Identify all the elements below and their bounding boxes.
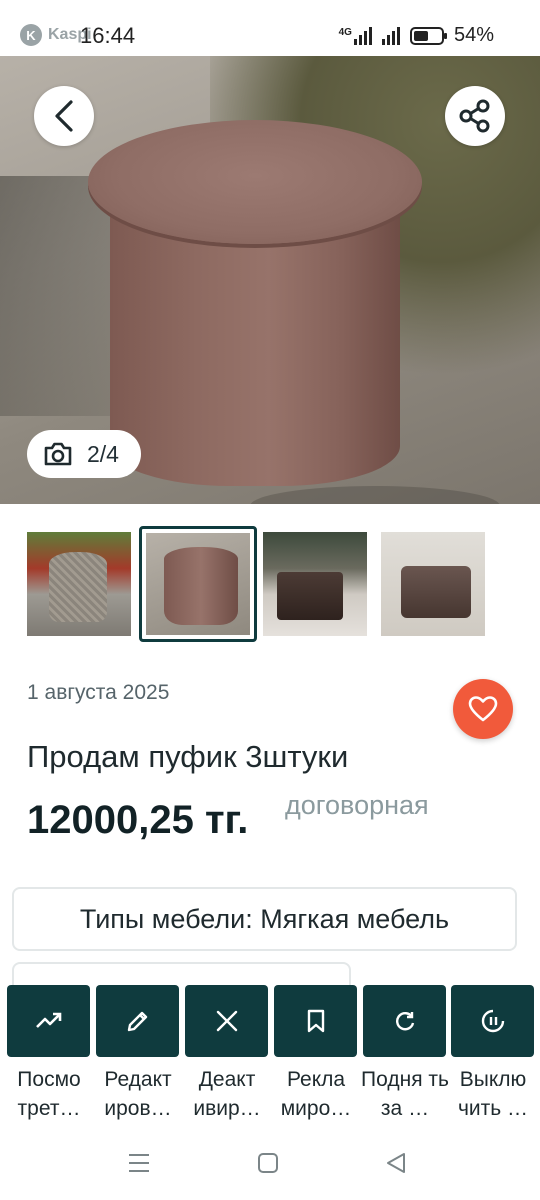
photo-counter-text: 2/4 <box>87 440 119 467</box>
action-views-label: Посмо трет… <box>17 1068 81 1120</box>
home-button[interactable] <box>257 1152 279 1179</box>
pouf-top <box>88 120 422 244</box>
action-views-icon-box <box>7 985 90 1057</box>
thumbnail-3[interactable] <box>263 532 367 636</box>
action-bump-label: Подня ть за … <box>361 1068 449 1120</box>
status-icons: 4G 54% <box>339 24 494 47</box>
refresh-icon <box>395 1012 414 1031</box>
action-bump-button[interactable]: Подня ть за … <box>361 985 449 1123</box>
battery-level <box>413 30 428 41</box>
mobile-data-icon: 4G <box>338 26 372 45</box>
action-advertise-button[interactable]: Рекла миро… <box>274 985 357 1123</box>
thumbnail-image <box>146 533 250 635</box>
square-icon <box>258 1153 278 1173</box>
pencil-icon <box>127 1011 147 1032</box>
action-edit-button[interactable]: Редакт иров… <box>96 985 179 1123</box>
kaspi-logo-icon: K <box>20 24 42 46</box>
action-advertise-icon-box <box>274 985 357 1057</box>
camera-icon <box>44 442 72 466</box>
close-icon <box>216 1010 237 1032</box>
status-bar: K Kaspi 16:44 4G 54% <box>0 0 540 56</box>
heart-icon <box>468 696 498 722</box>
back-button[interactable] <box>34 86 94 146</box>
action-deactivate-button[interactable]: Деакт ивир… <box>185 985 268 1123</box>
trend-up-icon <box>35 1012 61 1028</box>
photo-counter[interactable]: 2/4 <box>27 430 141 478</box>
system-nav-bar <box>0 1138 540 1200</box>
share-button[interactable] <box>445 86 505 146</box>
triangle-back-icon <box>387 1153 405 1173</box>
pause-icon <box>481 1009 504 1033</box>
system-back-button[interactable] <box>385 1152 407 1179</box>
price-negotiable: договорная <box>285 790 429 820</box>
network-type: 4G <box>338 26 352 38</box>
bookmark-icon <box>307 1009 324 1033</box>
action-bar: Посмо трет… Редакт иров… Деакт ивир… Рек… <box>0 985 540 1135</box>
action-edit-icon-box <box>96 985 179 1057</box>
action-disable-label: Выклю чить … <box>457 1068 529 1120</box>
thumbnail-image <box>27 532 131 636</box>
share-icon <box>459 99 490 133</box>
thumbnail-1[interactable] <box>27 532 131 636</box>
clock: 16:44 <box>80 23 136 48</box>
battery-percent: 54% <box>453 24 494 46</box>
thumbnail-image <box>381 532 485 636</box>
action-deactivate-label: Деакт ивир… <box>193 1068 261 1120</box>
action-deactivate-icon-box <box>185 985 268 1057</box>
action-bump-icon-box <box>363 985 446 1057</box>
thumbnail-image <box>263 532 367 636</box>
menu-icon <box>129 1154 149 1172</box>
chevron-left-icon <box>55 100 73 132</box>
action-disable-icon-box <box>451 985 534 1057</box>
action-advertise-label: Рекла миро… <box>280 1068 352 1120</box>
listing-title: Продам пуфик 3штуки <box>27 739 349 774</box>
category-chip[interactable]: Типы мебели: Мягкая мебель <box>12 887 517 951</box>
signal-icon <box>381 26 400 45</box>
listing-date: 1 августа 2025 <box>27 681 170 704</box>
favorite-button[interactable] <box>453 679 513 739</box>
action-views-button[interactable]: Посмо трет… <box>7 985 90 1123</box>
thumbnail-2-selected[interactable] <box>139 526 257 642</box>
listing-price: 12000,25 тг. <box>27 798 249 842</box>
thumbnail-strip <box>0 526 540 642</box>
battery-icon <box>409 26 447 45</box>
thumbnail-4[interactable] <box>381 532 485 636</box>
recent-apps-button[interactable] <box>127 1152 151 1179</box>
pouf-shadow <box>250 486 500 504</box>
action-disable-button[interactable]: Выклю чить … <box>451 985 534 1123</box>
action-edit-label: Редакт иров… <box>104 1068 172 1120</box>
